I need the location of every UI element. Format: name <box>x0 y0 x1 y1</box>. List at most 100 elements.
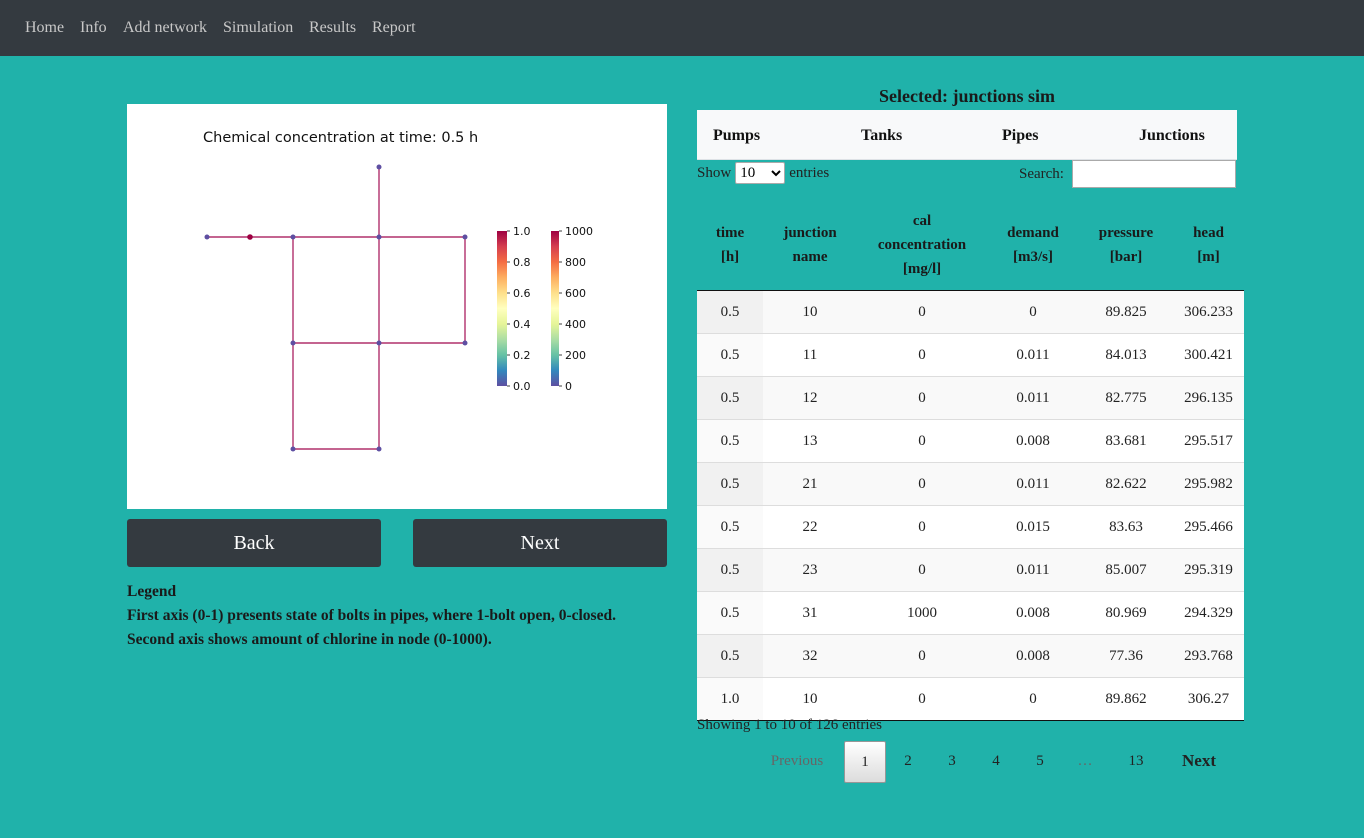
column-header[interactable]: demand [m3/s] <box>987 200 1079 291</box>
table-cell: 82.775 <box>1079 376 1173 420</box>
tab-bar: Pumps Tanks Pipes Junctions <box>697 110 1237 160</box>
nav-report[interactable]: Report <box>372 19 416 37</box>
column-header-line: name <box>792 249 828 265</box>
pagination-page-5[interactable]: 5 <box>1020 741 1060 781</box>
column-header-line: time <box>715 225 745 241</box>
colorbar-tick-label: 0.0 <box>513 380 531 393</box>
table-row[interactable]: 1.0 10 0 0 89.862 306.27 <box>697 677 1244 721</box>
page-length-select[interactable]: 10 <box>735 162 786 184</box>
table-cell: 10 <box>763 677 857 721</box>
junction-node <box>290 340 296 346</box>
show-label: Show <box>697 164 732 181</box>
table-cell: 0.5 <box>697 505 763 549</box>
table-cell: 0.5 <box>697 462 763 506</box>
colorbar-tick-label: 0.6 <box>513 287 531 300</box>
colorbar-tick-label: 0.8 <box>513 256 531 269</box>
pagination-page-4[interactable]: 4 <box>976 741 1016 781</box>
tab-pumps[interactable]: Pumps <box>713 127 760 145</box>
next-button[interactable]: Next <box>413 519 667 567</box>
table-cell: 21 <box>763 462 857 506</box>
legend-title: Legend <box>127 583 177 600</box>
pagination-page-13[interactable]: 13 <box>1116 741 1156 781</box>
network-graph: 1.0 0.8 0.6 0.4 0.2 0.0 1000 800 600 400 200 0 <box>204 164 593 452</box>
table-cell: 0.5 <box>697 376 763 420</box>
table-cell: 31 <box>763 591 857 635</box>
tab-tanks[interactable]: Tanks <box>861 127 902 145</box>
table-cell: 83.681 <box>1079 419 1173 463</box>
column-header[interactable]: cal concentration [mg/l] <box>857 200 987 291</box>
column-header[interactable]: junction name <box>763 200 857 291</box>
table-cell: 89.862 <box>1079 677 1173 721</box>
table-row[interactable]: 0.5 12 0 0.011 82.775 296.135 <box>697 376 1244 420</box>
table-cell: 32 <box>763 634 857 678</box>
table-row[interactable]: 0.5 10 0 0 89.825 306.233 <box>697 290 1244 334</box>
network-plot: Chemical concentration at time: 0.5 h 1.… <box>127 104 667 509</box>
table-cell: 1000 <box>857 591 987 635</box>
tab-junctions[interactable]: Junctions <box>1139 127 1205 145</box>
column-header-line: cal <box>912 213 932 229</box>
search-label: Search: <box>1019 165 1064 182</box>
table-cell: 0 <box>857 419 987 463</box>
pagination-previous[interactable]: Previous <box>767 741 827 781</box>
colorbar-tick-label: 1.0 <box>513 225 531 238</box>
table-cell: 295.517 <box>1173 419 1244 463</box>
table-row[interactable]: 0.5 21 0 0.011 82.622 295.982 <box>697 462 1244 506</box>
table-row[interactable]: 0.5 13 0 0.008 83.681 295.517 <box>697 419 1244 463</box>
pagination-page-3[interactable]: 3 <box>932 741 972 781</box>
legend-line-1: First axis (0-1) presents state of bolts… <box>127 607 616 624</box>
column-header[interactable]: head [m] <box>1173 200 1244 291</box>
colorbar-tick-label: 0.4 <box>513 318 531 331</box>
back-button[interactable]: Back <box>127 519 381 567</box>
table-cell: 0 <box>857 376 987 420</box>
junction-node <box>462 340 468 346</box>
table-cell: 0 <box>857 333 987 377</box>
table-info: Showing 1 to 10 of 126 entries <box>697 717 882 733</box>
table-row[interactable]: 0.5 23 0 0.011 85.007 295.319 <box>697 548 1244 592</box>
column-header-line: [m] <box>1197 249 1220 265</box>
table-row[interactable]: 0.5 11 0 0.011 84.013 300.421 <box>697 333 1244 377</box>
table-cell: 0.008 <box>987 419 1079 463</box>
column-header-line: [m3/s] <box>1013 249 1053 265</box>
column-header[interactable]: pressure [bar] <box>1079 200 1173 291</box>
table-cell: 0 <box>857 290 987 334</box>
table-cell: 0 <box>857 677 987 721</box>
table-cell: 85.007 <box>1079 548 1173 592</box>
junction-node <box>204 234 210 240</box>
table-row[interactable]: 0.5 22 0 0.015 83.63 295.466 <box>697 505 1244 549</box>
nav-simulation[interactable]: Simulation <box>223 19 293 37</box>
tab-pipes[interactable]: Pipes <box>1002 127 1038 145</box>
table-cell: 0 <box>987 677 1079 721</box>
nav-add-network[interactable]: Add network <box>123 19 207 37</box>
table-cell: 295.319 <box>1173 548 1244 592</box>
pagination-page-1[interactable]: 1 <box>844 741 886 783</box>
pagination-next[interactable]: Next <box>1177 741 1221 781</box>
table-cell: 0.008 <box>987 634 1079 678</box>
table-row[interactable]: 0.5 32 0 0.008 77.36 293.768 <box>697 634 1244 678</box>
column-header-line: demand <box>1007 225 1059 241</box>
nav-info[interactable]: Info <box>80 19 107 37</box>
page-length-control: Show 10 entries <box>697 162 829 184</box>
column-header-line: [bar] <box>1109 249 1143 265</box>
table-cell: 0 <box>987 290 1079 334</box>
column-header-line: [h] <box>720 249 740 265</box>
search-input[interactable] <box>1071 160 1236 188</box>
pipes <box>207 167 466 450</box>
junctions-table: time [h] junction name cal concentration [mg/l… <box>697 200 1244 721</box>
table-cell: 10 <box>763 290 857 334</box>
table-header-row: time [h] junction name cal concentration [mg/l… <box>697 200 1244 291</box>
table-cell: 0.5 <box>697 591 763 635</box>
table-cell: 294.329 <box>1173 591 1244 635</box>
table-cell: 0.5 <box>697 290 763 334</box>
table-cell: 0.5 <box>697 333 763 377</box>
colorbar-bolts <box>497 231 507 386</box>
table-row[interactable]: 0.5 31 1000 0.008 80.969 294.329 <box>697 591 1244 635</box>
nav-results[interactable]: Results <box>309 19 356 37</box>
nav-home[interactable]: Home <box>25 19 64 37</box>
colorbar-tick-label: 1000 <box>565 225 593 238</box>
colorbar-tick-label: 800 <box>565 256 586 269</box>
table-cell: 295.466 <box>1173 505 1244 549</box>
pagination-page-2[interactable]: 2 <box>888 741 928 781</box>
legend-line-2: Second axis shows amount of chlorine in … <box>127 631 492 648</box>
table-cell: 0 <box>857 505 987 549</box>
column-header[interactable]: time [h] <box>697 200 763 291</box>
